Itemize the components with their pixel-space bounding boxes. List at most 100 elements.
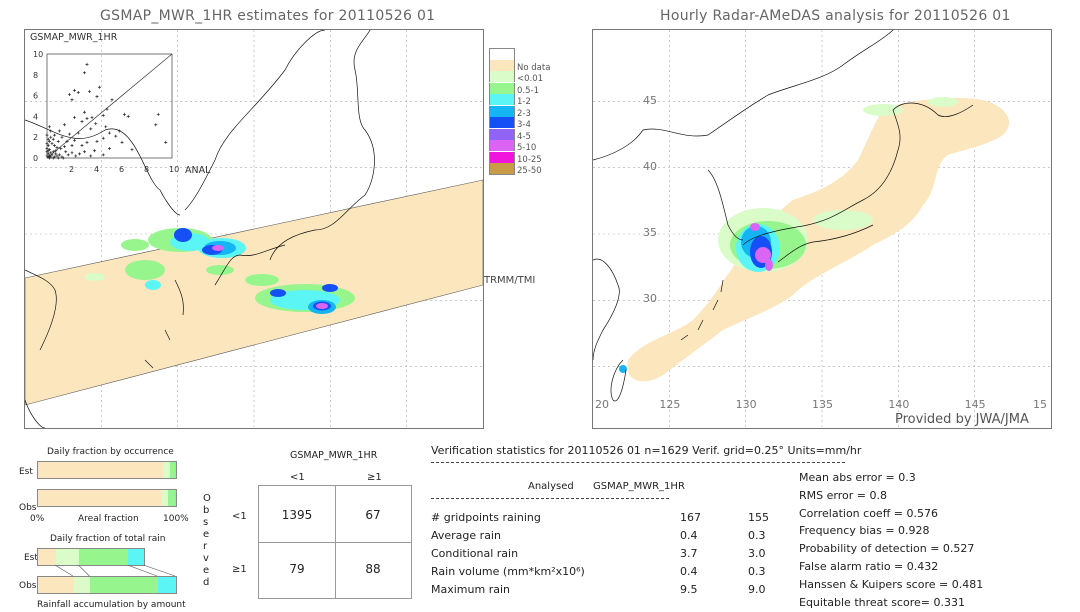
- scatter-point: [70, 151, 74, 155]
- total-rain-title: Daily fraction of total rain: [50, 534, 166, 544]
- stats-score: Frequency bias = 0.928: [799, 524, 930, 538]
- legend-swatch: [489, 105, 515, 117]
- scatter-point: [108, 131, 111, 135]
- bar-segment: [128, 549, 145, 565]
- scatter-point: [95, 95, 99, 99]
- left-map-title: GSMAP_MWR_1HR estimates for 20110526 01: [100, 8, 436, 24]
- stats-score: Correlation coeff = 0.576: [799, 506, 938, 520]
- y-tick-label: 30: [643, 292, 657, 305]
- occurrence-obs-label: Obs: [19, 503, 37, 513]
- bar-segment: [162, 462, 170, 478]
- occurrence-xtick-0: 0%: [30, 514, 45, 524]
- scatter-point: [56, 139, 60, 143]
- scatter-point: [76, 90, 80, 94]
- scatter-point: [89, 127, 93, 131]
- scatter-point: [58, 129, 61, 133]
- legend-label: <0.01: [517, 74, 544, 84]
- scatter-point: [118, 129, 121, 133]
- inset-scatter-xlabel: ANAL: [185, 165, 211, 176]
- stats-row-analysed: 0.4: [680, 529, 698, 542]
- scatter-point: [89, 154, 93, 158]
- total-rain-est-label: Est: [24, 553, 38, 563]
- scatter-y-tick: 8: [33, 71, 38, 80]
- total-rain-xlabel: Rainfall accumulation by amount: [37, 600, 186, 610]
- occurrence-xlabel: Areal fraction: [78, 514, 139, 524]
- stats-row-label: # gridpoints raining: [431, 511, 541, 524]
- contingency-cell: 1395: [281, 508, 313, 522]
- scatter-point: [94, 122, 98, 126]
- stats-row-est: 0.3: [748, 529, 766, 542]
- stats-score: False alarm ratio = 0.432: [799, 560, 939, 573]
- scatter-x-tick: 8: [144, 165, 149, 174]
- scatter-point: [83, 71, 86, 75]
- stats-row-est: 0.3: [748, 565, 766, 578]
- scatter-point: [68, 132, 71, 136]
- legend-swatch: [489, 48, 515, 60]
- scatter-point: [74, 154, 78, 158]
- scatter-point: [64, 150, 68, 154]
- occurrence-title: Daily fraction by occurrence: [47, 447, 174, 457]
- legend-label: 3-4: [517, 120, 531, 130]
- scatter-y-tick: 0: [33, 154, 38, 163]
- legend-label: 0.5-1: [517, 85, 539, 96]
- scatter-point: [83, 110, 86, 114]
- scatter-y-tick: 6: [33, 92, 38, 101]
- stats-score: Hanssen & Kuipers score = 0.481: [799, 577, 984, 591]
- stats-row-label: Maximum rain: [431, 583, 510, 596]
- scatter-point: [83, 150, 86, 154]
- one-to-one-line: [46, 53, 173, 159]
- scatter-y-tick: 10: [33, 50, 43, 59]
- legend-swatch: [489, 151, 515, 163]
- scatter-point: [76, 131, 80, 135]
- scatter-point: [80, 144, 84, 148]
- scatter-point: [120, 140, 124, 144]
- radar-rain-area: [619, 97, 1010, 382]
- scatter-point: [123, 112, 126, 116]
- y-tick-label: 40: [643, 160, 657, 173]
- legend-label: 4-5: [517, 131, 531, 142]
- radar-map-svg: 20125130135140145152530354045: [593, 30, 1051, 428]
- observed-axis-label: Observed: [203, 493, 211, 588]
- contingency-table: 1395 67 79 88: [258, 485, 412, 599]
- legend-label: 10-25: [517, 154, 542, 165]
- scatter-point: [80, 120, 84, 124]
- total-rain-est-bar: [37, 548, 146, 566]
- bar-segment: [38, 490, 162, 506]
- bar-segment: [55, 549, 80, 565]
- bar-connector: [54, 565, 74, 577]
- scatter-point: [130, 148, 134, 152]
- stats-score: Probability of detection = 0.527: [799, 542, 975, 556]
- scatter-point: [73, 115, 76, 119]
- contingency-cell: 79: [289, 562, 305, 576]
- contingency-row-header-1: ≥1: [232, 564, 247, 575]
- legend-label: 2-3: [517, 108, 531, 119]
- stats-row-analysed: 3.7: [680, 547, 698, 560]
- scatter-point: [51, 137, 55, 141]
- scatter-point: [85, 116, 89, 120]
- scatter-y-tick: 4: [33, 112, 38, 121]
- scatter-x-tick: 4: [94, 165, 99, 174]
- scatter-point: [70, 144, 74, 148]
- stats-score: Mean abs error = 0.3: [799, 471, 916, 484]
- scatter-point: [63, 123, 66, 127]
- contingency-cell: 67: [365, 508, 381, 522]
- scatter-point: [126, 114, 130, 118]
- contingency-col-header-0: <1: [290, 472, 305, 483]
- x-tick-label: 130: [736, 398, 757, 411]
- stats-col-est: GSMAP_MWR_1HR: [593, 481, 685, 492]
- contingency-title: GSMAP_MWR_1HR: [290, 450, 378, 461]
- scatter-point: [101, 136, 105, 140]
- stats-row-analysed: 167: [680, 511, 701, 524]
- legend-label: 25-50: [517, 166, 542, 176]
- scatter-point: [156, 112, 160, 116]
- stats-score: Equitable threat score= 0.331: [799, 595, 965, 609]
- scatter-point: [45, 133, 49, 137]
- scatter-point: [49, 129, 53, 133]
- legend-swatch: [489, 140, 515, 151]
- right-map-title: Hourly Radar-AMeDAS analysis for 2011052…: [660, 8, 1011, 24]
- bar-segment: [38, 549, 56, 565]
- occurrence-est-label: Est: [19, 467, 33, 477]
- scatter-point: [108, 147, 111, 151]
- legend-swatch: [489, 128, 515, 140]
- occurrence-obs-bar: [37, 489, 177, 507]
